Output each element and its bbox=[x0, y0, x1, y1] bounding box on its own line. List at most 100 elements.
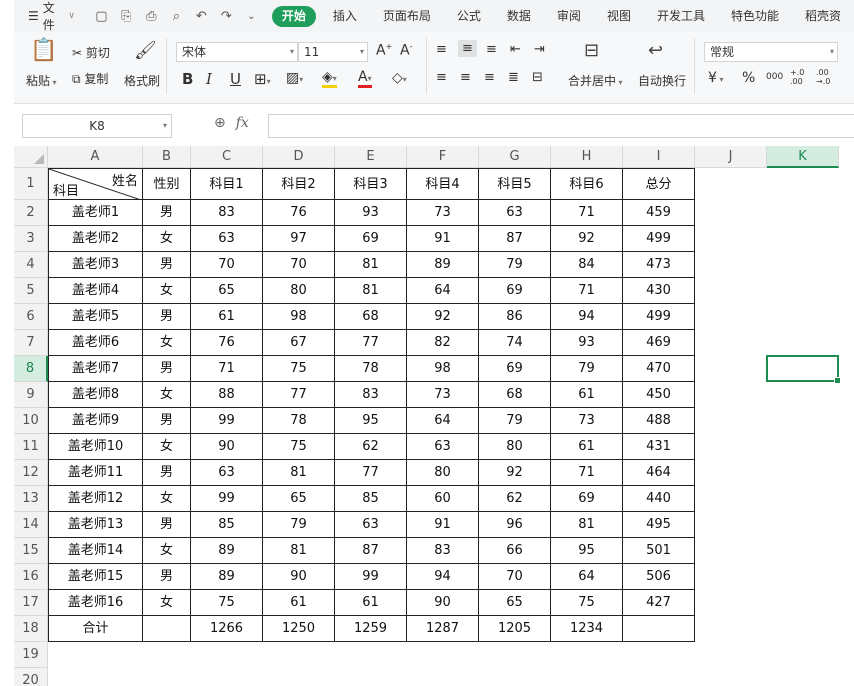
table-cell[interactable]: 盖老师4 bbox=[48, 278, 143, 304]
merge-icon[interactable]: ⊟ bbox=[584, 40, 599, 61]
table-cell[interactable]: 94 bbox=[407, 564, 479, 590]
total-cell[interactable] bbox=[143, 616, 191, 642]
table-cell[interactable]: 73 bbox=[551, 408, 623, 434]
increase-decimal-button[interactable]: +.0 .00 bbox=[790, 68, 810, 86]
total-cell[interactable]: 1259 bbox=[335, 616, 407, 642]
zoom-icon[interactable]: ⊕ bbox=[214, 115, 226, 131]
table-cell[interactable]: 77 bbox=[335, 460, 407, 486]
header-diagonal-cell[interactable]: 姓名 科目 bbox=[48, 168, 143, 200]
table-cell[interactable]: 81 bbox=[551, 512, 623, 538]
table-cell[interactable]: 90 bbox=[407, 590, 479, 616]
print-icon[interactable]: ⎙ bbox=[143, 9, 160, 24]
table-cell[interactable]: 98 bbox=[263, 304, 335, 330]
row-header-8[interactable]: 8 bbox=[14, 356, 48, 382]
font-color-icon[interactable]: A▾ bbox=[358, 69, 372, 88]
table-cell[interactable]: 盖老师1 bbox=[48, 200, 143, 226]
align-center-icon[interactable]: ≡ bbox=[460, 70, 471, 85]
table-cell[interactable]: 78 bbox=[335, 356, 407, 382]
table-cell[interactable]: 75 bbox=[263, 356, 335, 382]
table-cell[interactable]: 75 bbox=[191, 590, 263, 616]
header-cell[interactable]: 总分 bbox=[623, 168, 695, 200]
table-cell[interactable]: 64 bbox=[407, 408, 479, 434]
table-cell[interactable]: 85 bbox=[335, 486, 407, 512]
column-header-J[interactable]: J bbox=[695, 146, 767, 168]
brush-icon[interactable]: 🖌 bbox=[134, 40, 157, 61]
redo-icon[interactable]: ↷ bbox=[218, 9, 235, 24]
outdent-icon[interactable]: ⇤ bbox=[510, 42, 521, 57]
tab-2[interactable]: 页面布局 bbox=[370, 0, 444, 32]
table-cell[interactable]: 69 bbox=[551, 486, 623, 512]
sheet-grid[interactable]: A B C D E F G H I J K 1 2 3 4 5 6 7 8 9 10 11 12 13 14 15 16 17 18 19… bbox=[14, 146, 854, 686]
align-left-icon[interactable]: ≡ bbox=[436, 70, 447, 85]
table-cell[interactable]: 94 bbox=[551, 304, 623, 330]
table-cell[interactable]: 73 bbox=[407, 200, 479, 226]
table-cell[interactable]: 499 bbox=[623, 304, 695, 330]
table-cell[interactable]: 501 bbox=[623, 538, 695, 564]
table-cell[interactable]: 88 bbox=[191, 382, 263, 408]
table-cell[interactable]: 89 bbox=[191, 538, 263, 564]
table-cell[interactable]: 99 bbox=[191, 408, 263, 434]
table-cell[interactable]: 81 bbox=[263, 460, 335, 486]
decrease-font-icon[interactable]: A- bbox=[400, 42, 412, 59]
row-header-9[interactable]: 9 bbox=[14, 382, 48, 408]
number-format-select[interactable]: 常规 ▾ bbox=[704, 42, 838, 62]
formula-input[interactable] bbox=[268, 114, 854, 138]
table-cell[interactable]: 73 bbox=[407, 382, 479, 408]
table-cell[interactable]: 71 bbox=[551, 278, 623, 304]
table-cell[interactable]: 盖老师7 bbox=[48, 356, 143, 382]
table-cell[interactable]: 440 bbox=[623, 486, 695, 512]
format-painter-button[interactable]: 格式刷 bbox=[124, 72, 160, 89]
table-cell[interactable]: 79 bbox=[551, 356, 623, 382]
tab-5[interactable]: 审阅 bbox=[544, 0, 594, 32]
table-cell[interactable]: 459 bbox=[623, 200, 695, 226]
tab-1[interactable]: 插入 bbox=[320, 0, 370, 32]
row-header-4[interactable]: 4 bbox=[14, 252, 48, 278]
table-cell[interactable]: 盖老师16 bbox=[48, 590, 143, 616]
table-cell[interactable]: 盖老师12 bbox=[48, 486, 143, 512]
table-cell[interactable]: 70 bbox=[263, 252, 335, 278]
table-cell[interactable]: 81 bbox=[335, 252, 407, 278]
table-cell[interactable]: 90 bbox=[191, 434, 263, 460]
table-cell[interactable]: 66 bbox=[479, 538, 551, 564]
row-header-7[interactable]: 7 bbox=[14, 330, 48, 356]
select-all-corner[interactable] bbox=[14, 146, 48, 168]
table-cell[interactable]: 85 bbox=[191, 512, 263, 538]
table-cell[interactable]: 87 bbox=[335, 538, 407, 564]
table-cell[interactable]: 81 bbox=[335, 278, 407, 304]
table-cell[interactable]: 93 bbox=[551, 330, 623, 356]
table-cell[interactable]: 92 bbox=[479, 460, 551, 486]
header-cell[interactable]: 科目2 bbox=[263, 168, 335, 200]
total-cell[interactable]: 1266 bbox=[191, 616, 263, 642]
table-cell[interactable]: 盖老师14 bbox=[48, 538, 143, 564]
table-cell[interactable]: 78 bbox=[263, 408, 335, 434]
table-cell[interactable]: 75 bbox=[551, 590, 623, 616]
customize-chevron-icon[interactable]: ⌄ bbox=[243, 11, 260, 22]
table-cell[interactable]: 75 bbox=[263, 434, 335, 460]
wrap-icon[interactable]: ↩ bbox=[648, 40, 663, 61]
table-cell[interactable]: 67 bbox=[263, 330, 335, 356]
paste-button[interactable]: 粘贴 ▾ bbox=[26, 72, 57, 89]
table-cell[interactable]: 469 bbox=[623, 330, 695, 356]
table-cell[interactable]: 95 bbox=[551, 538, 623, 564]
table-cell[interactable]: 92 bbox=[407, 304, 479, 330]
column-header-C[interactable]: C bbox=[191, 146, 263, 168]
copy-button[interactable]: ⧉ 复制 bbox=[72, 70, 108, 87]
underline-icon[interactable]: U bbox=[230, 70, 241, 88]
increase-font-icon[interactable]: A+ bbox=[376, 42, 392, 59]
table-cell[interactable]: 61 bbox=[263, 590, 335, 616]
table-cell[interactable]: 63 bbox=[335, 512, 407, 538]
row-header-5[interactable]: 5 bbox=[14, 278, 48, 304]
table-cell[interactable]: 98 bbox=[407, 356, 479, 382]
table-cell[interactable]: 61 bbox=[551, 434, 623, 460]
currency-button[interactable]: ¥ ▾ bbox=[708, 70, 723, 86]
merge-center-button[interactable]: 合并居中 ▾ bbox=[568, 72, 623, 89]
column-header-G[interactable]: G bbox=[479, 146, 551, 168]
column-header-H[interactable]: H bbox=[551, 146, 623, 168]
percent-button[interactable]: % bbox=[742, 70, 755, 86]
table-cell[interactable]: 盖老师15 bbox=[48, 564, 143, 590]
tab-3[interactable]: 公式 bbox=[444, 0, 494, 32]
table-cell[interactable]: 77 bbox=[335, 330, 407, 356]
align-middle-icon[interactable]: ≡ bbox=[458, 40, 477, 57]
tab-0[interactable]: 开始 bbox=[271, 5, 316, 27]
name-box[interactable]: K8 ▾ bbox=[22, 114, 172, 138]
